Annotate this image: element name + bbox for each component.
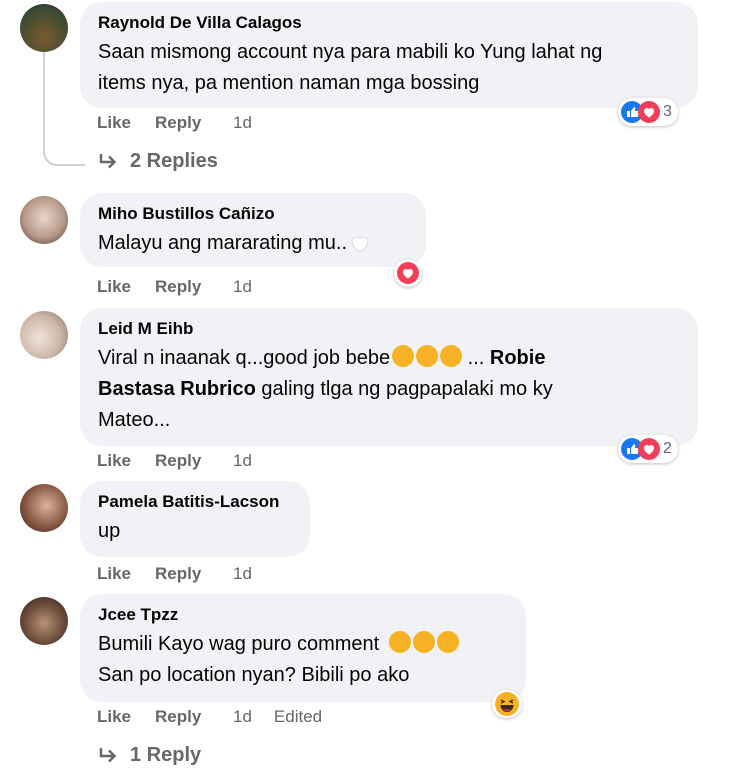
comment-timestamp[interactable]: 1d (233, 451, 252, 471)
like-button[interactable]: Like (97, 707, 155, 727)
avatar[interactable] (20, 597, 68, 645)
comment-bubble: Leid M Eihb Viral n inaanak q...good job… (80, 308, 698, 446)
comment-timestamp[interactable]: 1d (233, 113, 252, 133)
avatar[interactable] (20, 484, 68, 532)
white-heart-emoji-icon (351, 235, 369, 253)
comment-text: Viral n inaanak q...good job bebe ... Ro… (98, 343, 682, 436)
replies-count: 2 Replies (130, 150, 218, 172)
laughing-emoji-icon (412, 631, 435, 653)
blowing-kiss-emoji-icon (416, 345, 439, 367)
comment-text: Bumili Kayo wag puro comment San po loca… (98, 629, 510, 691)
blowing-kiss-emoji-icon (392, 345, 415, 367)
reply-button[interactable]: Reply (155, 707, 233, 727)
view-replies-link[interactable]: 1 Reply (98, 744, 201, 767)
reply-arrow-icon (99, 153, 117, 168)
comment-timestamp[interactable]: 1d (233, 564, 252, 584)
comment-text-line: items nya, pa mention naman mga bossing (98, 72, 480, 94)
reaction-summary[interactable] (394, 259, 422, 287)
comment-author[interactable]: Leid M Eihb (98, 318, 682, 340)
reply-button[interactable]: Reply (155, 451, 233, 471)
reaction-count: 2 (663, 440, 672, 457)
comment-text-line: Viral n inaanak q...good job bebe ... Ro… (98, 343, 682, 374)
haha-reaction-icon (495, 692, 519, 716)
like-button[interactable]: Like (97, 113, 155, 133)
comment-text-line: Saan mismong account nya para mabili ko … (98, 41, 603, 63)
mention-link[interactable]: Robie (490, 347, 546, 369)
reply-button[interactable]: Reply (155, 113, 233, 133)
comment-author[interactable]: Pamela Batitis-Lacson (98, 491, 294, 513)
comment-author[interactable]: Raynold De Villa Calagos (98, 12, 682, 34)
reply-arrow-icon (99, 747, 117, 762)
reaction-summary[interactable]: 2 (618, 435, 678, 463)
comment-text-line: Bumili Kayo wag puro comment (98, 629, 510, 660)
comment-bubble: Miho Bustillos Cañizo Malayu ang mararat… (80, 193, 426, 267)
love-reaction-icon (638, 101, 660, 123)
comment-text-line: Bastasa Rubrico galing tlga ng pagpapala… (98, 374, 682, 405)
edited-label[interactable]: Edited (274, 707, 322, 727)
comment-author[interactable]: Miho Bustillos Cañizo (98, 203, 410, 225)
comment-timestamp[interactable]: 1d (233, 707, 252, 727)
avatar[interactable] (20, 196, 68, 244)
love-reaction-icon (638, 438, 660, 460)
reply-button[interactable]: Reply (155, 564, 233, 584)
blowing-kiss-emoji-icon (440, 345, 463, 367)
comment-text-segment: Bumili Kayo wag puro comment (98, 633, 380, 655)
comment-text-line: Malayu ang mararating mu.. (98, 232, 348, 254)
comment-actions: Like Reply 1d (97, 564, 252, 584)
comment-timestamp[interactable]: 1d (233, 277, 252, 297)
view-replies-link[interactable]: 2 Replies (98, 150, 218, 173)
like-button[interactable]: Like (97, 451, 155, 471)
comment-actions: Like Reply 1d Edited (97, 707, 322, 727)
comment-author[interactable]: Jcee Tpzz (98, 604, 510, 626)
reply-button[interactable]: Reply (155, 277, 233, 297)
reaction-summary[interactable]: 3 (618, 98, 678, 126)
comment-text: Saan mismong account nya para mabili ko … (98, 37, 682, 99)
avatar[interactable] (20, 4, 68, 52)
love-reaction-icon (397, 262, 419, 284)
comment-text: up (98, 520, 121, 542)
comment-text-segment: ... (462, 347, 490, 369)
comment-text-segment: Viral n inaanak q...good job bebe (98, 347, 391, 369)
mention-link[interactable]: Bastasa Rubrico (98, 378, 256, 400)
comment-text-segment: galing tlga ng pagpapalaki mo ky (255, 378, 553, 400)
comment-bubble: Jcee Tpzz Bumili Kayo wag puro comment S… (80, 594, 526, 702)
reaction-summary[interactable] (492, 690, 522, 718)
like-button[interactable]: Like (97, 277, 155, 297)
replies-count: 1 Reply (130, 744, 202, 766)
comment-actions: Like Reply 1d (97, 277, 252, 297)
comment-actions: Like Reply 1d (97, 113, 252, 133)
comment-text: Malayu ang mararating mu.. (98, 228, 410, 259)
comment-actions: Like Reply 1d (97, 451, 252, 471)
reply-thread-line (43, 52, 85, 166)
reaction-count: 3 (663, 103, 672, 120)
comment-bubble: Pamela Batitis-Lacson up (80, 481, 310, 557)
comment-text-line: Mateo... (98, 409, 171, 431)
laughing-emoji-icon (436, 631, 459, 653)
comment-bubble: Raynold De Villa Calagos Saan mismong ac… (80, 2, 698, 108)
laughing-emoji-icon (388, 631, 411, 653)
like-button[interactable]: Like (97, 564, 155, 584)
comment-text-line: San po location nyan? Bibili po ako (98, 664, 410, 686)
avatar[interactable] (20, 311, 68, 359)
